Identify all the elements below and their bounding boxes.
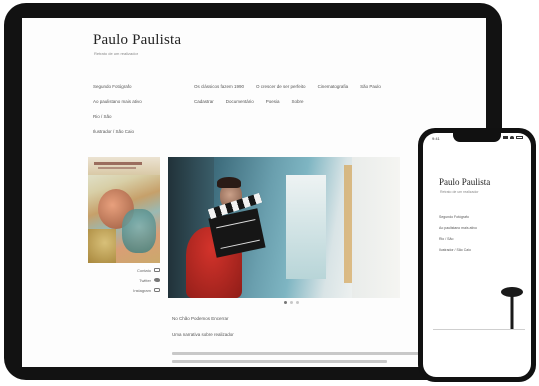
nav-item[interactable]: Poesia — [266, 99, 280, 114]
carousel-dots — [284, 301, 299, 304]
poster-thumbnail[interactable] — [88, 157, 160, 263]
wifi-icon — [510, 136, 514, 139]
poster-header — [88, 157, 160, 175]
info-line: Ilustrador / São Caio — [93, 129, 135, 134]
social-link-label: Twitter — [139, 277, 151, 283]
social-link[interactable]: Twitter — [88, 275, 160, 285]
social-link[interactable]: Instagram — [88, 285, 160, 295]
battery-icon — [516, 136, 523, 139]
text-line — [172, 352, 422, 355]
side-info: Segundo Fotógrafo Ao paulistano mais ati… — [93, 84, 183, 144]
divider — [433, 329, 525, 330]
tree-icon — [501, 287, 523, 329]
nav-item[interactable]: Sobre — [292, 99, 304, 114]
bird-icon — [154, 278, 160, 282]
post-caption: Uma narrativa sobre realizador — [172, 332, 234, 337]
phone-notch — [453, 133, 501, 142]
nav-item[interactable]: São Paulo — [360, 84, 381, 99]
hero-hat — [217, 177, 241, 188]
info-line: Rio / São — [93, 114, 112, 119]
nav-item[interactable]: Cinematografia — [318, 84, 349, 99]
hero-corridor — [286, 175, 326, 279]
social-link-label: Instagram — [133, 287, 151, 293]
camera-icon — [154, 288, 160, 292]
nav-item[interactable]: O crescer de ser perfeito — [256, 84, 306, 99]
nav-row: Cadastrar Documentário Poesia Sobre — [194, 99, 434, 114]
carousel-dot[interactable] — [296, 301, 299, 304]
nav-item[interactable]: Cadastrar — [194, 99, 214, 114]
site-title[interactable]: Paulo Paulista — [439, 177, 490, 187]
info-line: Ao paulistano mais ativo — [93, 99, 142, 104]
side-info: Segundo Fotógrafo Ao paulistano mais ati… — [439, 215, 477, 259]
social-link[interactable]: Contato — [88, 265, 160, 275]
poster-subtitle-band — [98, 167, 136, 169]
info-line: Segundo Fotógrafo — [93, 84, 132, 89]
carousel-dot[interactable] — [290, 301, 293, 304]
body-paragraph — [172, 352, 422, 367]
site-subtitle: Retrato de um realizador — [440, 190, 479, 194]
social-link-label: Contato — [136, 267, 151, 273]
site-title[interactable]: Paulo Paulista — [93, 32, 181, 49]
hero-wall — [352, 157, 400, 298]
nav-item[interactable]: Os clássicos fazem 1990 — [194, 84, 244, 99]
signal-icon — [503, 136, 508, 139]
info-line: Ilustrador / São Caio — [439, 248, 471, 252]
phone-screen: 9:41 Paulo Paulista Retrato de um realiz… — [423, 133, 531, 377]
post-caption: No Chão Podemos Encerrar — [172, 316, 229, 321]
status-time: 9:41 — [432, 136, 440, 141]
poster-figure — [122, 209, 156, 253]
poster-figure — [88, 229, 116, 263]
text-line — [172, 360, 387, 363]
status-icons — [503, 136, 523, 139]
phone-device: 9:41 Paulo Paulista Retrato de um realiz… — [418, 128, 536, 382]
poster-title-band — [94, 162, 142, 165]
nav-row: Os clássicos fazem 1990 O crescer de ser… — [194, 84, 434, 99]
site-subtitle: Retrato de um realizador — [94, 51, 139, 56]
envelope-icon — [154, 268, 160, 272]
social-links: Contato Twitter Instagram — [88, 265, 160, 295]
nav-item[interactable]: Documentário — [226, 99, 254, 114]
info-line: Segundo Fotógrafo — [439, 215, 469, 219]
info-line: Rio / São — [439, 237, 454, 241]
hero-photo[interactable] — [168, 157, 400, 298]
info-line: Ao paulistano mais ativo — [439, 226, 477, 230]
tablet-screen: Paulo Paulista Retrato de um realizador … — [22, 18, 486, 367]
carousel-dot[interactable] — [284, 301, 287, 304]
main-navigation: Os clássicos fazem 1990 O crescer de ser… — [194, 84, 434, 114]
